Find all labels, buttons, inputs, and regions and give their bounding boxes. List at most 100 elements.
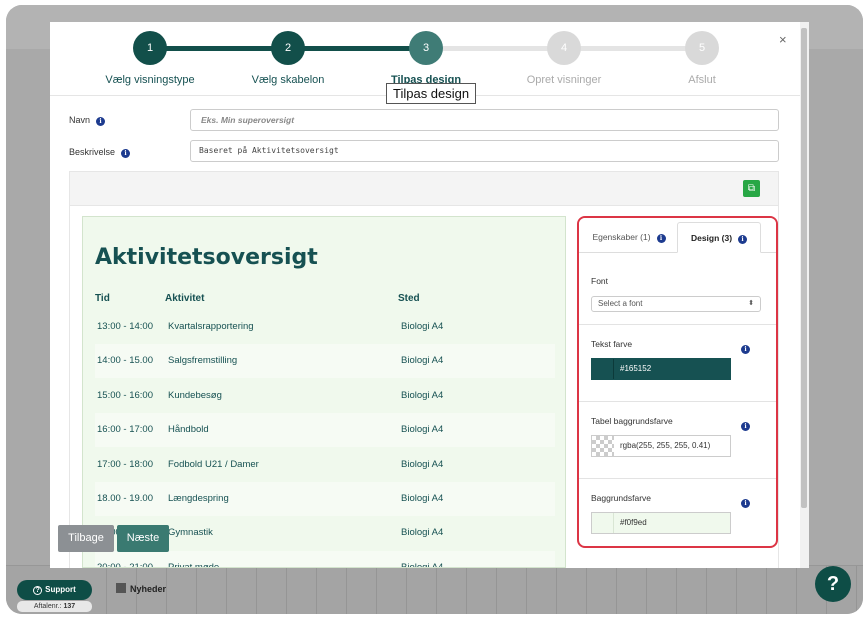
description-label-row: Beskrivelse i: [69, 147, 131, 158]
info-icon[interactable]: i: [738, 235, 748, 244]
header-activity: Aktivitet: [165, 293, 205, 304]
step-4[interactable]: 4 Opret visninger: [494, 31, 634, 86]
info-icon[interactable]: i: [96, 117, 106, 126]
cell-place: Biologi A4: [401, 355, 444, 367]
step-circle: 2: [271, 31, 305, 65]
next-button[interactable]: Næste: [117, 525, 169, 552]
preview-toolbar: ⧉: [69, 171, 779, 206]
step-label: Opret visninger: [526, 74, 602, 86]
help-button[interactable]: ?: [815, 566, 851, 602]
agreement-number-badge: Aftalenr.: 137: [17, 601, 92, 612]
cell-activity: Længdespring: [168, 493, 229, 504]
question-icon: ?: [33, 586, 43, 595]
cell-time: 18.00 - 19.00: [97, 493, 153, 504]
header-time: Tid: [95, 293, 110, 304]
table-row: 16:00 - 17:00 Håndbold Biologi A4: [95, 413, 555, 448]
description-textarea[interactable]: Baseret på Aktivitetsoversigt: [190, 140, 779, 162]
table-row: 15:00 - 16:00 Kundebesøg Biologi A4: [95, 379, 555, 413]
table-bg-label: Tabel baggrundsfarve: [591, 416, 673, 426]
cell-time: 20:00 - 21:00: [97, 561, 153, 568]
info-icon[interactable]: i: [741, 338, 750, 356]
cell-activity: Privat møde: [168, 561, 220, 568]
font-select[interactable]: Select a font ⬍: [591, 296, 761, 312]
cell-place: Biologi A4: [401, 321, 444, 332]
support-label: Support: [45, 585, 76, 594]
color-swatch: [592, 359, 614, 379]
create-view-modal: 1 Vælg visningstype 2 Vælg skabelon 3 Tilpas …: [50, 22, 809, 568]
text-color-label: Tekst farve: [591, 339, 633, 349]
cell-activity: Håndbold: [168, 424, 209, 436]
cell-place: Biologi A4: [401, 424, 444, 436]
cell-activity: Fodbold U21 / Damer: [168, 458, 259, 470]
step-circle: 3: [409, 31, 443, 65]
step-label: Vælg visningstype: [105, 74, 195, 86]
info-icon[interactable]: i: [741, 415, 750, 433]
step-circle: 1: [133, 31, 167, 65]
open-external-button[interactable]: ⧉: [743, 180, 760, 197]
cell-activity: Kundebesøg: [168, 389, 222, 401]
chevron-updown-icon: ⬍: [748, 300, 754, 307]
table-row: 17:00 - 18:00 Fodbold U21 / Damer Biologi …: [95, 448, 555, 482]
cell-activity: Salgsfremstilling: [168, 355, 238, 367]
agreement-number: 137: [63, 603, 76, 610]
step-tooltip: Tilpas design: [386, 83, 477, 104]
close-icon[interactable]: ×: [779, 32, 787, 47]
bg-color-label: Baggrundsfarve: [591, 493, 652, 503]
name-input[interactable]: Eks. Min superoversigt: [190, 109, 779, 131]
step-2[interactable]: 2 Vælg skabelon: [218, 31, 358, 86]
name-label-row: Navn i: [69, 115, 106, 126]
table-row: 20:00 - 21:00 Privat møde Biologi A4: [95, 550, 555, 568]
step-3[interactable]: 3 Tilpas design: [356, 31, 496, 86]
external-link-icon: ⧉: [747, 183, 756, 194]
cell-activity: Gymnastik: [168, 527, 213, 539]
tab-label: Design (3): [690, 233, 733, 243]
tab-design[interactable]: Design (3) i: [677, 222, 761, 253]
tab-egenskaber[interactable]: Egenskaber (1) i: [581, 222, 677, 253]
background-news-row: Nyheder: [116, 583, 166, 594]
cell-place: Biologi A4: [401, 561, 444, 568]
name-label: Navn: [69, 115, 91, 125]
table-bg-color-input[interactable]: rgba(255, 255, 255, 0.41): [591, 435, 731, 457]
panel-tabs: Egenskaber (1) i Design (3) i: [579, 218, 776, 253]
description-label: Beskrivelse: [69, 147, 116, 157]
preview-title: Aktivitetsoversigt: [95, 245, 318, 270]
header-place: Sted: [398, 293, 420, 304]
cell-place: Biologi A4: [401, 493, 444, 504]
color-swatch: [592, 436, 614, 456]
tab-label: Egenskaber (1): [592, 232, 651, 242]
table-row: 18.00 - 19.00 Længdespring Biologi A4: [95, 482, 555, 516]
scrollbar-thumb[interactable]: [801, 28, 807, 508]
info-icon[interactable]: i: [741, 492, 750, 510]
info-icon[interactable]: i: [121, 149, 131, 158]
cell-time: 13:00 - 14:00: [97, 321, 153, 332]
support-button[interactable]: ? Support: [17, 580, 92, 600]
design-panel: Egenskaber (1) i Design (3) i Font Select …: [577, 216, 778, 548]
step-1[interactable]: 1 Vælg visningstype: [80, 31, 220, 86]
font-label: Font: [591, 276, 609, 286]
font-section: Font Select a font ⬍: [579, 263, 776, 325]
cell-time: 17:00 - 18:00: [97, 458, 153, 470]
cell-time: 16:00 - 17:00: [97, 424, 153, 436]
modal-scrollbar[interactable]: [800, 22, 809, 568]
cell-place: Biologi A4: [401, 527, 444, 539]
table-bg-value: rgba(255, 255, 255, 0.41): [620, 441, 711, 450]
text-color-input[interactable]: #165152: [591, 358, 731, 380]
agreement-label: Aftalenr.:: [33, 603, 62, 610]
step-circle: 4: [547, 31, 581, 65]
cell-time: 15:00 - 16:00: [97, 389, 153, 401]
back-button[interactable]: Tilbage: [58, 525, 114, 552]
cell-place: Biologi A4: [401, 389, 444, 401]
activity-preview: Aktivitetsoversigt Tid Aktivitet Sted 13…: [82, 216, 566, 568]
info-icon[interactable]: i: [656, 234, 666, 243]
cell-activity: Kvartalsrapportering: [168, 321, 254, 332]
cell-time: 14:00 - 15.00: [97, 355, 153, 367]
font-select-value: Select a font: [598, 299, 643, 308]
bg-color-section: Baggrundsfarve i #f0f9ed: [579, 479, 776, 546]
news-label: Nyheder: [130, 584, 167, 594]
cell-place: Biologi A4: [401, 458, 444, 470]
bg-color-input[interactable]: #f0f9ed: [591, 512, 731, 534]
table-row: 14:00 - 15.00 Salgsfremstilling Biologi A4: [95, 344, 555, 379]
table-row: 13:00 - 14:00 Kvartalsrapportering Biologi…: [95, 310, 555, 344]
step-5[interactable]: 5 Afslut: [632, 31, 772, 86]
step-label: Vælg skabelon: [251, 74, 325, 86]
